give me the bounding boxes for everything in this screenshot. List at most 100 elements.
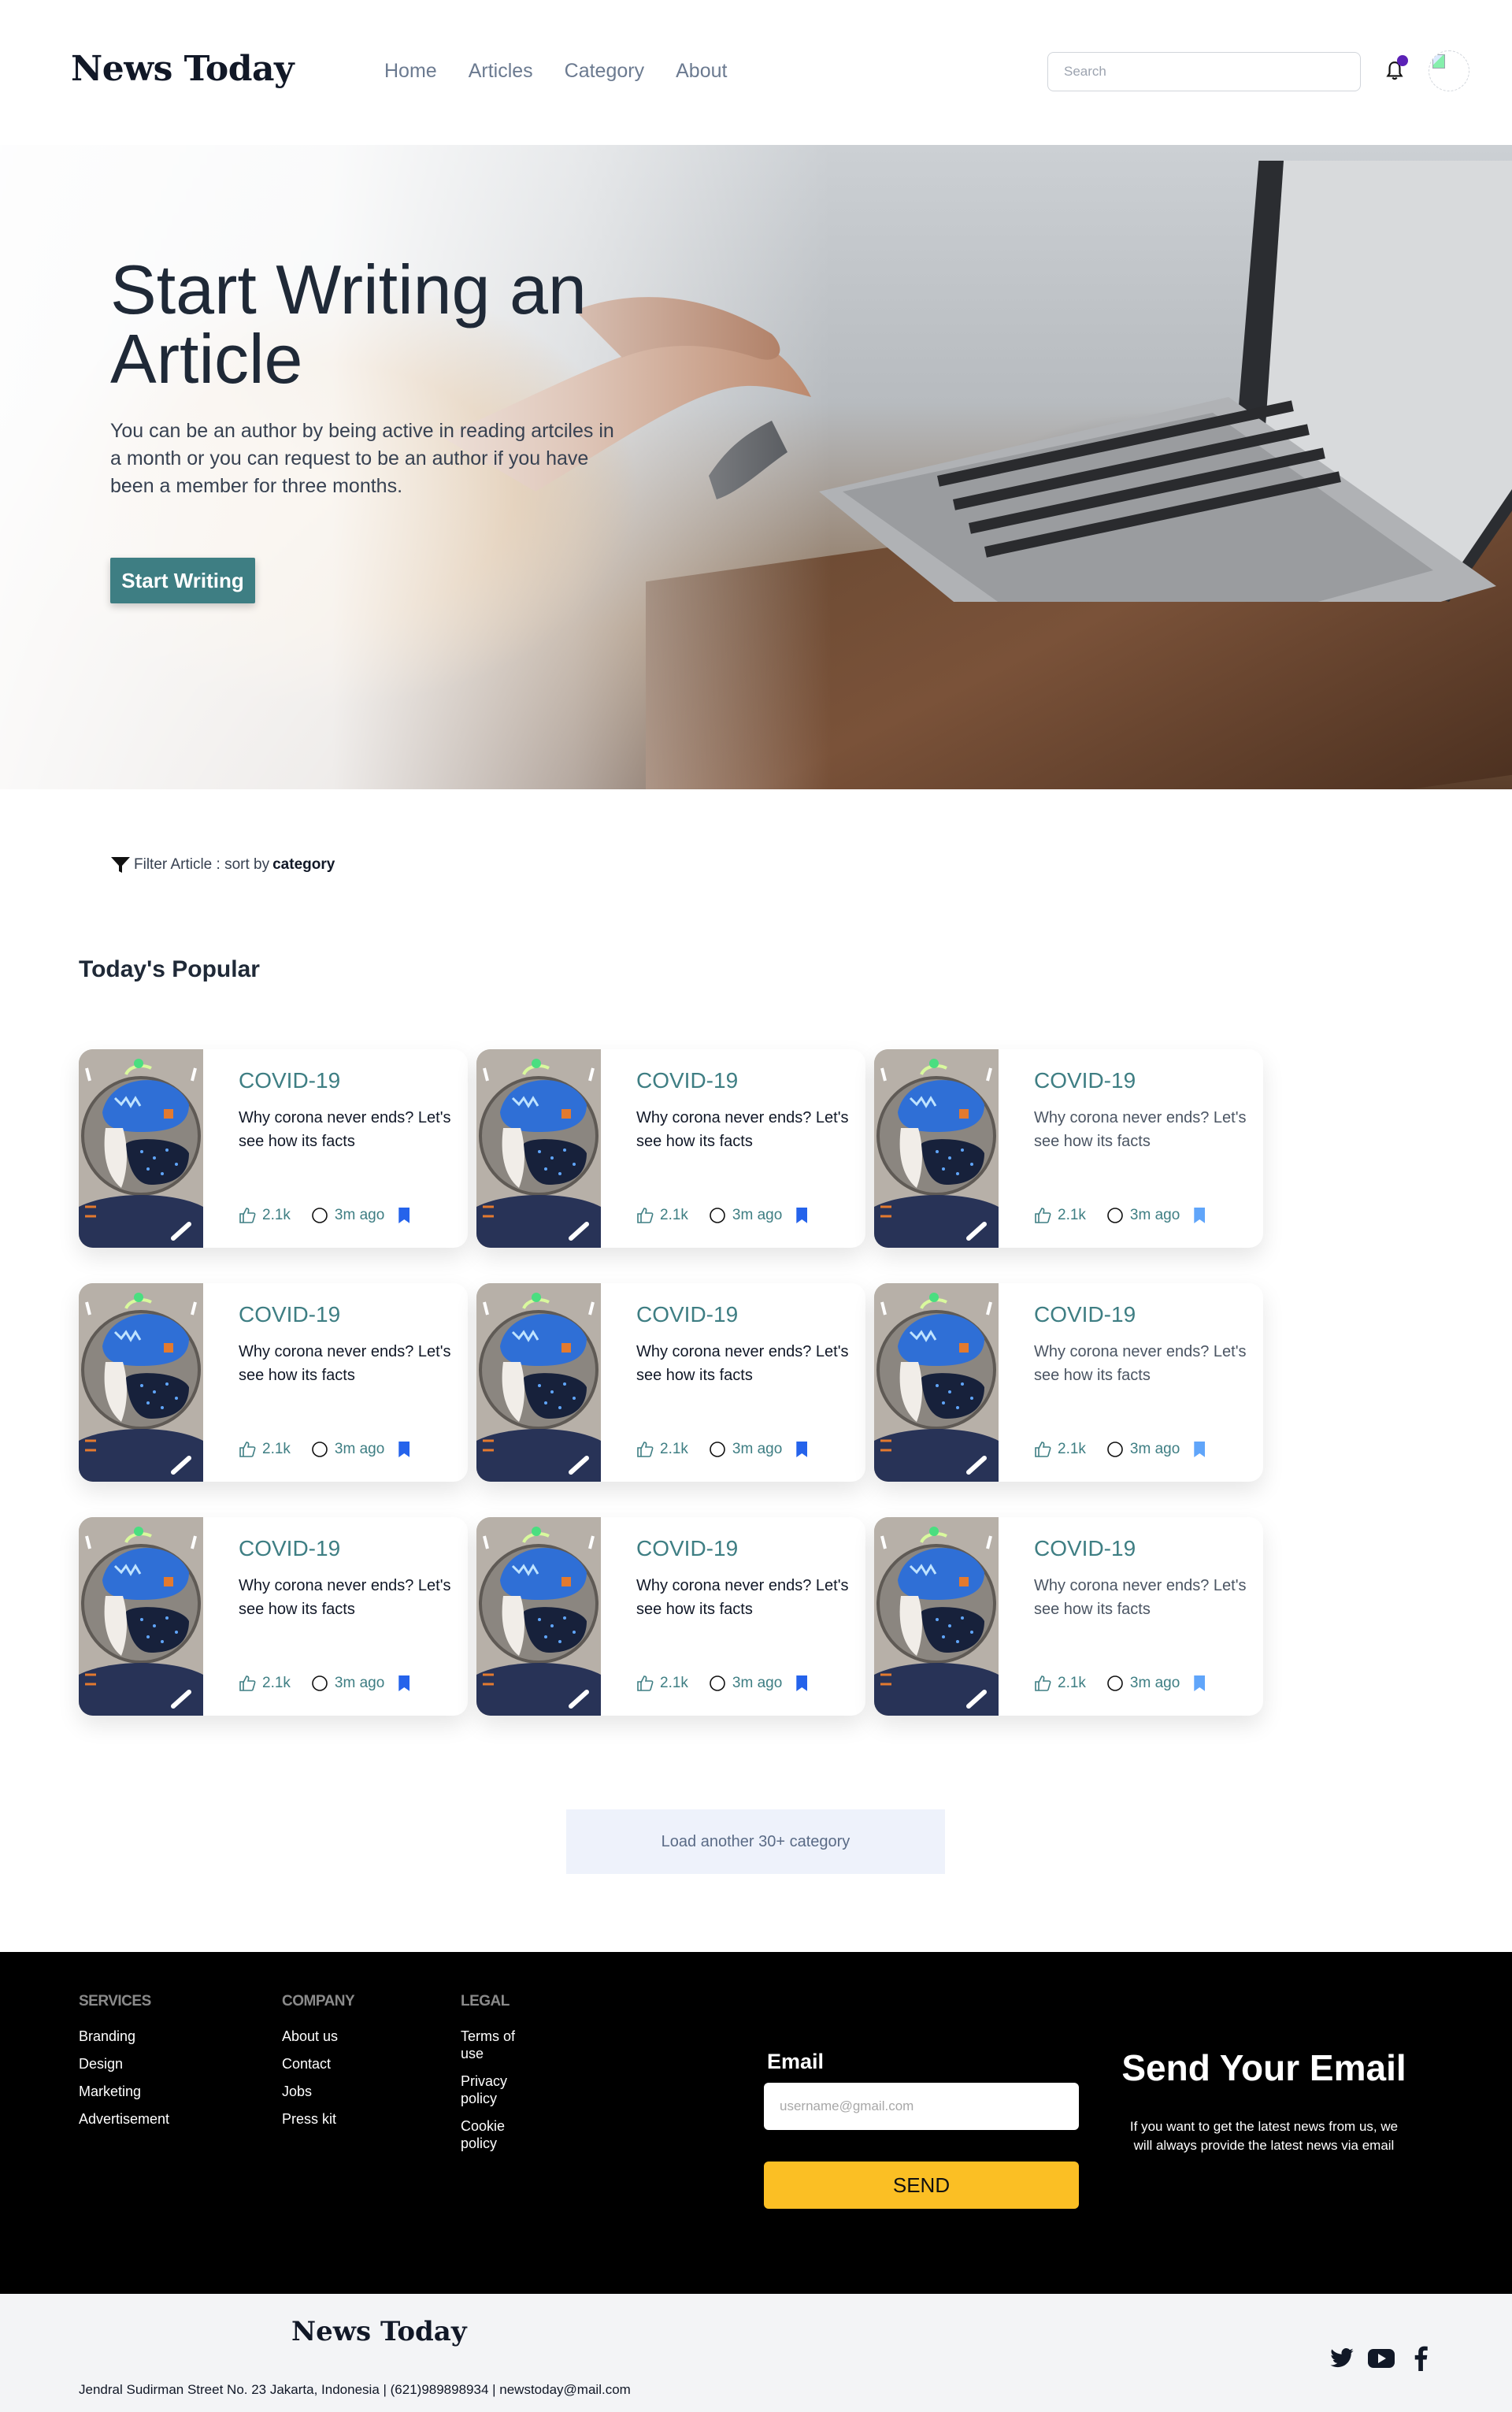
article-card[interactable]: COVID-19 Why corona never ends? Let's se… xyxy=(874,1283,1263,1496)
article-title[interactable]: Why corona never ends? Let's see how its… xyxy=(1034,1574,1247,1621)
article-category[interactable]: COVID-19 xyxy=(1034,1302,1136,1327)
thumbs-up-icon[interactable] xyxy=(239,1207,256,1224)
email-label: Email xyxy=(767,2050,825,2073)
article-card[interactable]: COVID-19 Why corona never ends? Let's se… xyxy=(874,1049,1263,1262)
thumbs-up-icon[interactable] xyxy=(239,1675,256,1692)
article-image xyxy=(79,1517,203,1716)
footer-link-about[interactable]: About us xyxy=(282,2028,354,2045)
article-category[interactable]: COVID-19 xyxy=(636,1536,738,1561)
article-card[interactable]: COVID-19 Why corona never ends? Let's se… xyxy=(476,1049,865,1248)
bookmark-icon[interactable] xyxy=(398,1675,410,1691)
filter-icon xyxy=(111,857,130,873)
like-count: 2.1k xyxy=(1058,1441,1086,1457)
post-time: 3m ago xyxy=(732,1675,783,1691)
comment-icon[interactable] xyxy=(311,1207,328,1224)
article-category[interactable]: COVID-19 xyxy=(239,1068,340,1093)
bookmark-icon[interactable] xyxy=(398,1208,410,1223)
article-category[interactable]: COVID-19 xyxy=(1034,1068,1136,1093)
hero-banner: Start Writing an Article You can be an a… xyxy=(0,145,1512,789)
nav-category[interactable]: Category xyxy=(565,60,644,83)
thumbs-up-icon[interactable] xyxy=(1034,1675,1051,1692)
comment-icon[interactable] xyxy=(709,1207,726,1224)
article-card[interactable]: COVID-19 Why corona never ends? Let's se… xyxy=(79,1517,468,1716)
thumbs-up-icon[interactable] xyxy=(1034,1207,1051,1224)
article-meta: 2.1k 3m ago xyxy=(636,1441,808,1458)
post-time: 3m ago xyxy=(334,1441,385,1457)
start-writing-button[interactable]: Start Writing xyxy=(110,558,255,603)
article-thumbnail xyxy=(874,1283,999,1482)
footer-link-cookie[interactable]: Cookie policy xyxy=(461,2117,516,2152)
footer-link-advertisement[interactable]: Advertisement xyxy=(79,2110,169,2128)
footer-link-contact[interactable]: Contact xyxy=(282,2055,354,2072)
article-card[interactable]: COVID-19 Why corona never ends? Let's se… xyxy=(476,1517,865,1716)
filter-value[interactable]: category xyxy=(272,856,335,874)
youtube-icon[interactable] xyxy=(1367,2344,1395,2373)
site-header: News Today Home Articles Category About xyxy=(0,0,1512,145)
filter-article[interactable]: Filter Article : sort by category xyxy=(110,855,335,874)
search-input[interactable] xyxy=(1047,52,1361,91)
like-count: 2.1k xyxy=(1058,1207,1086,1223)
email-field[interactable] xyxy=(764,2083,1079,2130)
article-thumbnail xyxy=(79,1283,203,1482)
bookmark-icon[interactable] xyxy=(796,1675,808,1691)
nav-articles[interactable]: Articles xyxy=(469,60,533,83)
footer-logo[interactable]: News Today xyxy=(291,2316,467,2347)
comment-icon[interactable] xyxy=(311,1441,328,1458)
twitter-icon[interactable] xyxy=(1328,2344,1356,2373)
footer-services: SERVICES Branding Design Marketing Adver… xyxy=(79,1993,169,2138)
footer-link-press[interactable]: Press kit xyxy=(282,2110,354,2128)
nav-home[interactable]: Home xyxy=(384,60,437,83)
like-count: 2.1k xyxy=(262,1675,291,1691)
thumbs-up-icon[interactable] xyxy=(239,1441,256,1458)
thumbs-up-icon[interactable] xyxy=(1034,1441,1051,1458)
comment-icon[interactable] xyxy=(1106,1675,1124,1692)
footer-heading: SERVICES xyxy=(79,1993,151,2009)
footer-link-privacy[interactable]: Privacy policy xyxy=(461,2072,516,2107)
article-category[interactable]: COVID-19 xyxy=(636,1302,738,1327)
load-more-button[interactable]: Load another 30+ category xyxy=(566,1809,945,1874)
bookmark-icon[interactable] xyxy=(1194,1442,1206,1457)
comment-icon[interactable] xyxy=(1106,1207,1124,1224)
article-card[interactable]: COVID-19 Why corona never ends? Let's se… xyxy=(79,1283,468,1482)
nav-about[interactable]: About xyxy=(676,60,727,83)
article-card[interactable]: COVID-19 Why corona never ends? Let's se… xyxy=(79,1049,468,1248)
article-title[interactable]: Why corona never ends? Let's see how its… xyxy=(636,1106,849,1153)
bookmark-icon[interactable] xyxy=(796,1442,808,1457)
article-title[interactable]: Why corona never ends? Let's see how its… xyxy=(636,1574,849,1621)
thumbs-up-icon[interactable] xyxy=(636,1207,654,1224)
footer-link-marketing[interactable]: Marketing xyxy=(79,2083,169,2100)
comment-icon[interactable] xyxy=(311,1675,328,1692)
site-logo[interactable]: News Today xyxy=(71,49,295,89)
article-category[interactable]: COVID-19 xyxy=(1034,1536,1136,1561)
footer-link-design[interactable]: Design xyxy=(79,2055,169,2072)
bookmark-icon[interactable] xyxy=(1194,1208,1206,1223)
hero-description: You can be an author by being active in … xyxy=(110,420,614,497)
comment-icon[interactable] xyxy=(1106,1441,1124,1458)
article-title[interactable]: Why corona never ends? Let's see how its… xyxy=(239,1574,451,1621)
footer-link-terms[interactable]: Terms of use xyxy=(461,2028,516,2062)
article-title[interactable]: Why corona never ends? Let's see how its… xyxy=(239,1340,451,1387)
article-card[interactable]: COVID-19 Why corona never ends? Let's se… xyxy=(874,1517,1263,1730)
thumbs-up-icon[interactable] xyxy=(636,1675,654,1692)
article-category[interactable]: COVID-19 xyxy=(239,1302,340,1327)
footer-link-jobs[interactable]: Jobs xyxy=(282,2083,354,2100)
comment-icon[interactable] xyxy=(709,1441,726,1458)
facebook-icon[interactable] xyxy=(1406,2344,1435,2373)
footer-link-branding[interactable]: Branding xyxy=(79,2028,169,2045)
bookmark-icon[interactable] xyxy=(1194,1675,1206,1691)
bookmark-icon[interactable] xyxy=(796,1208,808,1223)
article-category[interactable]: COVID-19 xyxy=(636,1068,738,1093)
article-title[interactable]: Why corona never ends? Let's see how its… xyxy=(636,1340,849,1387)
comment-icon[interactable] xyxy=(709,1675,726,1692)
article-title[interactable]: Why corona never ends? Let's see how its… xyxy=(1034,1106,1247,1153)
article-card[interactable]: COVID-19 Why corona never ends? Let's se… xyxy=(476,1283,865,1482)
thumbs-up-icon[interactable] xyxy=(636,1441,654,1458)
bookmark-icon[interactable] xyxy=(398,1442,410,1457)
send-button[interactable]: SEND xyxy=(764,2162,1079,2209)
article-category[interactable]: COVID-19 xyxy=(239,1536,340,1561)
article-title[interactable]: Why corona never ends? Let's see how its… xyxy=(239,1106,451,1153)
article-title[interactable]: Why corona never ends? Let's see how its… xyxy=(1034,1340,1247,1387)
post-time: 3m ago xyxy=(1129,1675,1180,1691)
article-meta: 2.1k 3m ago xyxy=(1034,1675,1206,1692)
avatar[interactable] xyxy=(1429,50,1469,91)
